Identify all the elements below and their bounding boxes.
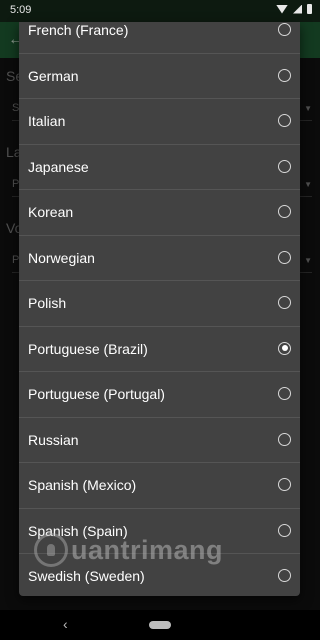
language-option[interactable]: French (France) xyxy=(19,22,300,54)
language-option[interactable]: Spanish (Spain) xyxy=(19,509,300,554)
language-label: French (France) xyxy=(28,22,129,38)
language-label: Korean xyxy=(28,204,74,220)
language-option[interactable]: Polish xyxy=(19,281,300,327)
radio-unchecked-icon[interactable] xyxy=(278,68,291,82)
language-option[interactable]: Russian xyxy=(19,418,300,463)
wifi-icon xyxy=(276,4,288,14)
language-option[interactable]: Korean xyxy=(19,190,300,236)
battery-icon xyxy=(307,4,312,14)
radio-unchecked-icon[interactable] xyxy=(278,23,291,36)
language-option[interactable]: Japanese xyxy=(19,145,300,190)
signal-icon xyxy=(293,4,302,14)
language-label: Russian xyxy=(28,431,79,448)
language-option[interactable]: Spanish (Mexico) xyxy=(19,463,300,509)
language-option-selected[interactable]: Portuguese (Brazil) xyxy=(19,327,300,372)
language-label: Spanish (Spain) xyxy=(28,522,128,539)
language-label: Swedish (Sweden) xyxy=(28,568,145,584)
radio-unchecked-icon[interactable] xyxy=(278,114,291,127)
navigation-bar: ‹ xyxy=(0,610,320,640)
language-option[interactable]: Norwegian xyxy=(19,236,300,281)
radio-unchecked-icon[interactable] xyxy=(278,387,291,400)
status-time: 5:09 xyxy=(10,4,32,16)
language-label: Polish xyxy=(28,295,67,311)
language-label: German xyxy=(28,67,79,84)
radio-unchecked-icon[interactable] xyxy=(278,569,291,582)
language-option[interactable]: Portuguese (Portugal) xyxy=(19,372,300,418)
radio-unchecked-icon[interactable] xyxy=(278,205,291,218)
language-label: Norwegian xyxy=(28,249,95,266)
radio-unchecked-icon[interactable] xyxy=(278,250,291,264)
radio-unchecked-icon[interactable] xyxy=(278,432,291,446)
home-pill-icon[interactable] xyxy=(149,621,171,629)
language-list: French (France) German Italian Japanese … xyxy=(19,22,300,596)
language-option[interactable]: Italian xyxy=(19,99,300,145)
language-label: Portuguese (Brazil) xyxy=(28,340,148,357)
language-label: Portuguese (Portugal) xyxy=(28,386,165,402)
language-label: Japanese xyxy=(28,158,89,175)
language-option[interactable]: Swedish (Sweden) xyxy=(19,554,300,596)
radio-unchecked-icon[interactable] xyxy=(278,159,291,173)
status-bar: 5:09 xyxy=(0,0,320,22)
radio-unchecked-icon[interactable] xyxy=(278,478,291,491)
language-option[interactable]: German xyxy=(19,54,300,99)
language-label: Italian xyxy=(28,113,66,129)
radio-unchecked-icon[interactable] xyxy=(278,523,291,537)
language-label: Spanish (Mexico) xyxy=(28,477,137,493)
nav-back-icon[interactable]: ‹ xyxy=(63,616,68,632)
language-dialog: French (France) German Italian Japanese … xyxy=(19,22,300,596)
status-icons xyxy=(276,4,312,14)
radio-checked-icon[interactable] xyxy=(278,341,291,355)
radio-unchecked-icon[interactable] xyxy=(278,296,291,309)
